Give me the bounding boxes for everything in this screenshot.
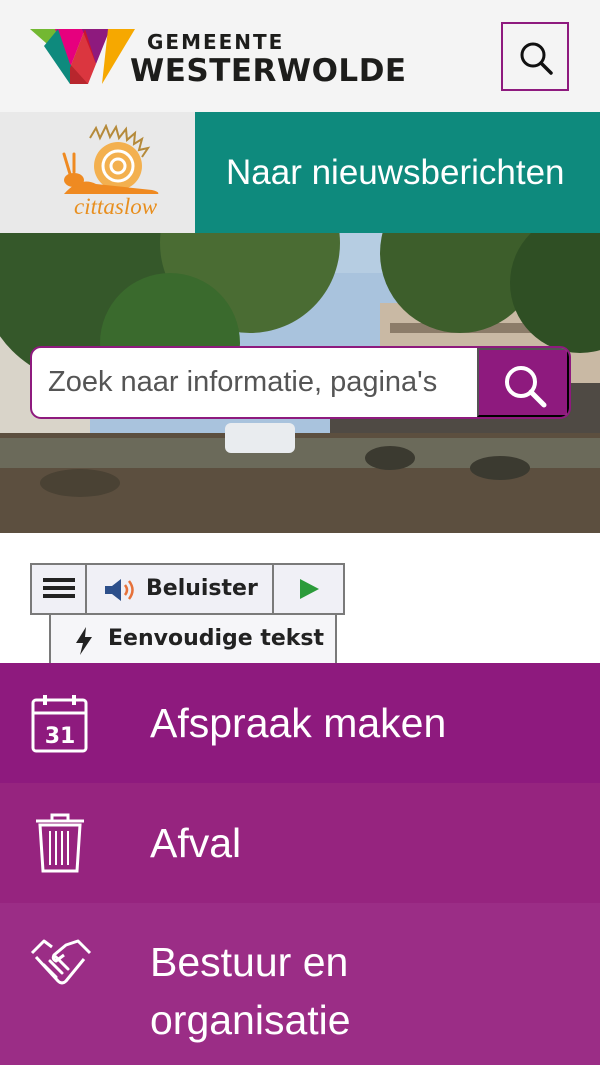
- site-header: GEMEENTE WESTERWOLDE: [0, 0, 600, 112]
- search-input[interactable]: [32, 348, 479, 417]
- hero-image: [0, 233, 600, 533]
- speaker-icon: [105, 579, 134, 601]
- tile-bestuur-en-organisatie[interactable]: Bestuur en organisatie: [0, 903, 600, 1065]
- cittaslow-logo[interactable]: cittaslow: [0, 112, 195, 233]
- header-search-button[interactable]: [501, 22, 569, 91]
- hamburger-icon-line: [43, 594, 75, 598]
- play-icon: [300, 579, 319, 599]
- logo-text-small: GEMEENTE: [147, 30, 285, 54]
- logo-text-big: WESTERWOLDE: [130, 53, 407, 89]
- calendar-icon: 31: [31, 695, 88, 753]
- tile-label-line1: Bestuur en: [150, 939, 349, 985]
- westerwolde-logo[interactable]: GEMEENTE WESTERWOLDE: [30, 26, 430, 89]
- readspeaker-toolbar: Beluister: [30, 563, 345, 615]
- news-link[interactable]: Naar nieuwsberichten: [195, 112, 600, 233]
- calendar-day: 31: [45, 724, 76, 749]
- tile-label: Afspraak maken: [150, 700, 447, 746]
- hamburger-icon-line: [43, 586, 75, 590]
- snail-icon: [62, 124, 159, 194]
- search-icon: [505, 366, 547, 408]
- hamburger-icon: [43, 578, 75, 582]
- handshake-icon: [30, 939, 92, 985]
- logo-mark-icon: [30, 29, 135, 84]
- readspeaker-play-button[interactable]: [274, 565, 343, 613]
- simple-text-button[interactable]: Eenvoudige tekst: [49, 615, 337, 667]
- readspeaker-menu-button[interactable]: [32, 565, 87, 613]
- tile-label: Afval: [150, 820, 242, 866]
- readspeaker-listen-label: Beluister: [146, 576, 258, 601]
- tile-label-line2: organisatie: [150, 997, 351, 1043]
- tile-afval[interactable]: Afval: [0, 783, 600, 903]
- trash-icon: [36, 813, 84, 873]
- search-submit-button[interactable]: [477, 348, 569, 417]
- cittaslow-wordmark: cittaslow: [74, 194, 158, 219]
- simple-text-label: Eenvoudige tekst: [108, 626, 325, 651]
- tile-afspraak-maken[interactable]: 31 Afspraak maken: [0, 663, 600, 783]
- search-bar: [30, 346, 571, 419]
- banner: cittaslow Naar nieuwsberichten: [0, 112, 600, 233]
- readspeaker-listen-button[interactable]: Beluister: [87, 565, 274, 613]
- lightning-icon: [76, 627, 92, 655]
- search-icon: [520, 42, 553, 75]
